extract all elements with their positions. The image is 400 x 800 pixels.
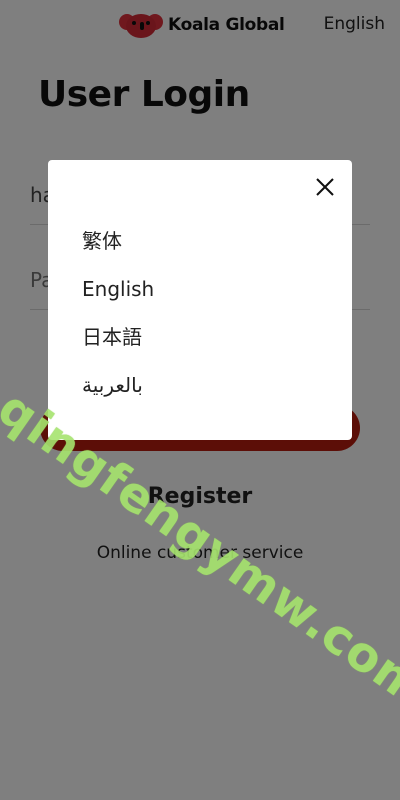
close-button[interactable] — [314, 176, 336, 198]
close-icon — [316, 178, 334, 196]
language-modal: 繁体 English 日本語 بالعربية — [48, 160, 352, 440]
language-option-traditional-chinese[interactable]: 繁体 — [82, 226, 154, 274]
language-option-japanese[interactable]: 日本語 — [82, 322, 154, 370]
language-option-english[interactable]: English — [82, 274, 154, 322]
language-list: 繁体 English 日本語 بالعربية — [82, 226, 154, 418]
language-option-arabic[interactable]: بالعربية — [82, 370, 154, 418]
